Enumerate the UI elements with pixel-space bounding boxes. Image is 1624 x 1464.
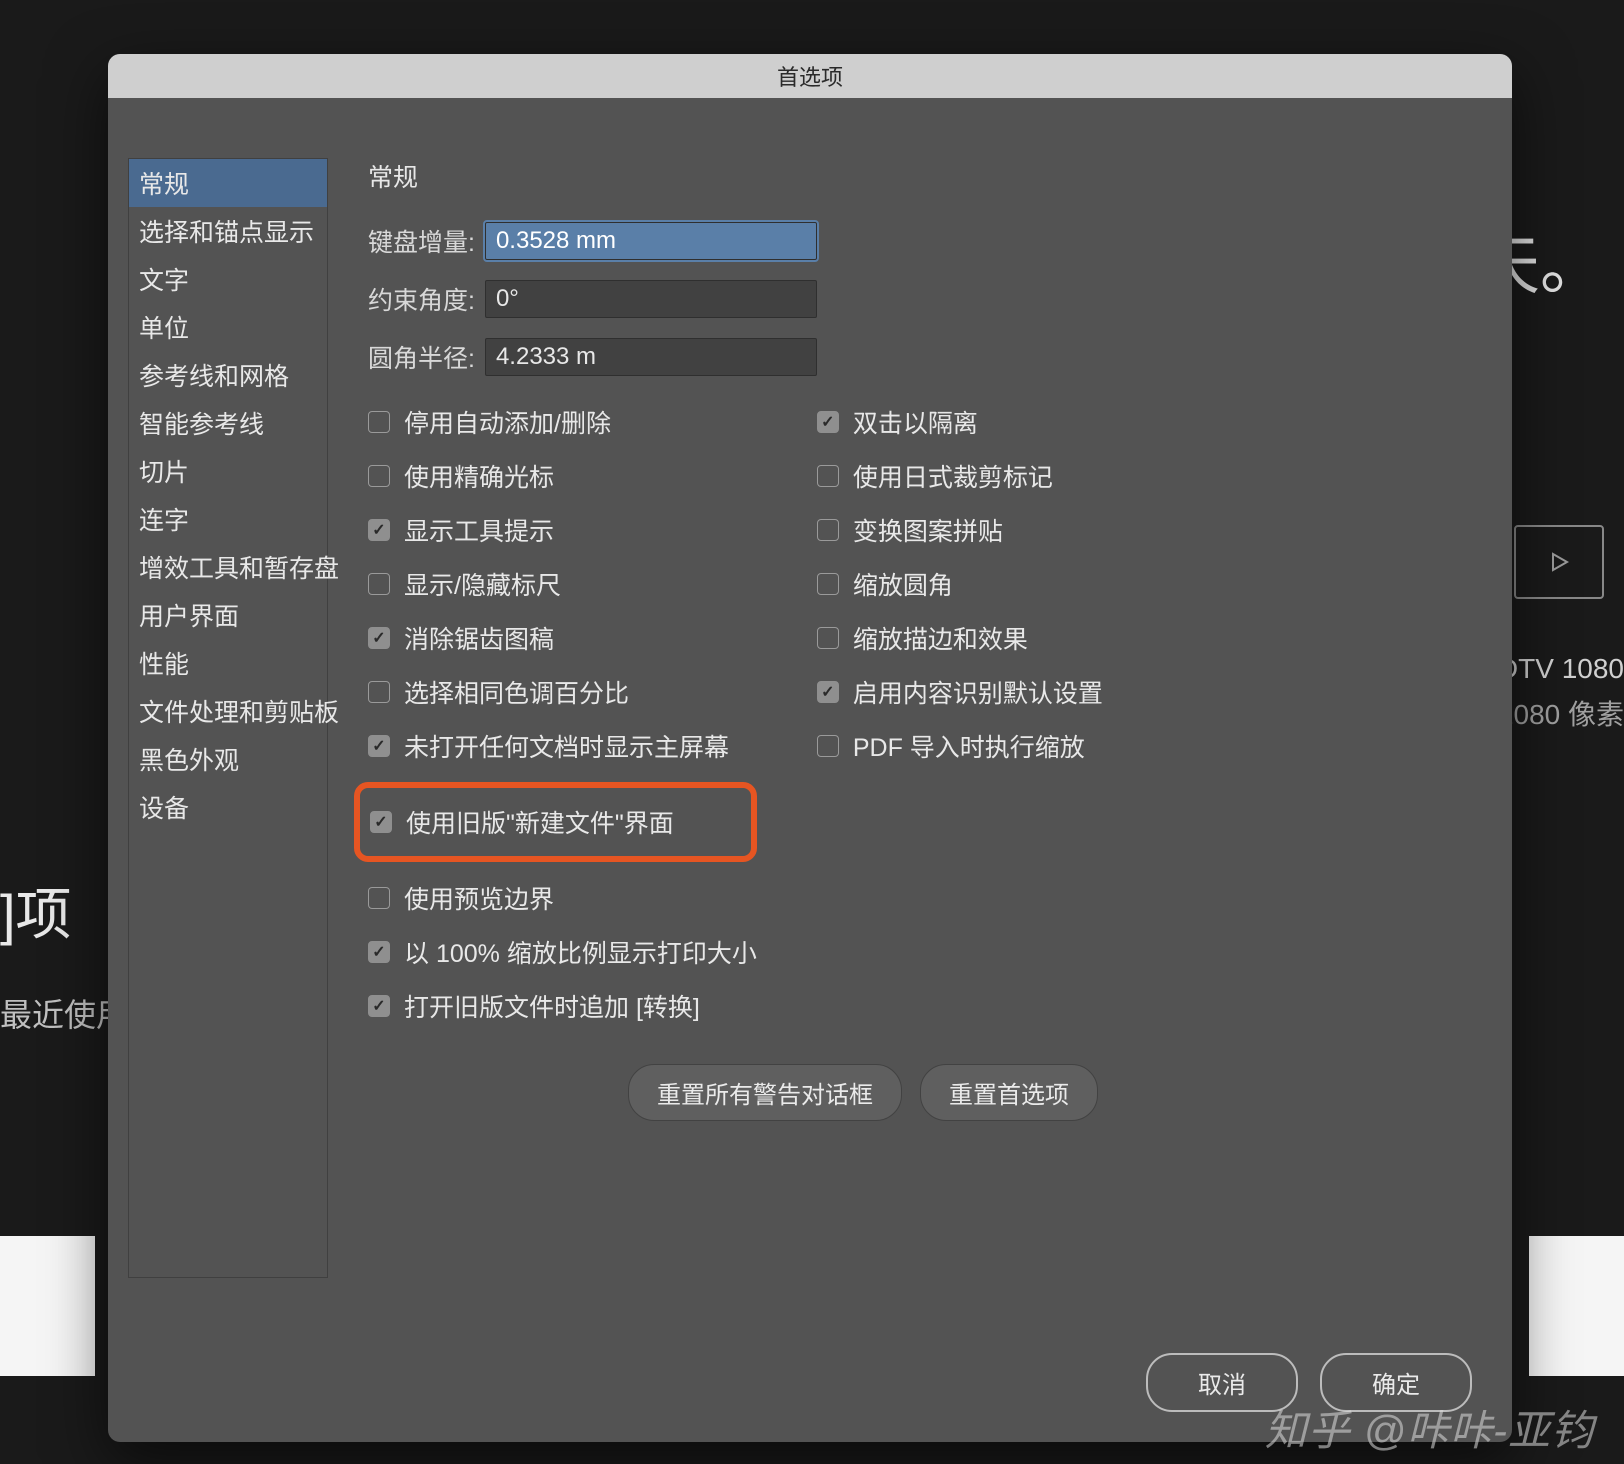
checkbox[interactable] xyxy=(368,519,390,541)
checkbox-label: 缩放描边和效果 xyxy=(853,620,1028,656)
sidebar-item[interactable]: 性能 xyxy=(129,639,327,687)
sidebar-item[interactable]: 连字 xyxy=(129,495,327,543)
checkbox-label: 显示/隐藏标尺 xyxy=(404,566,561,602)
checkbox[interactable] xyxy=(817,627,839,649)
field-label: 约束角度: xyxy=(368,281,475,317)
checkbox-label: 显示工具提示 xyxy=(404,512,554,548)
checkbox[interactable] xyxy=(817,465,839,487)
dialog-title: 首选项 xyxy=(108,54,1512,98)
sidebar-item[interactable]: 智能参考线 xyxy=(129,399,327,447)
bg-thumbnail-left xyxy=(0,1236,95,1376)
sidebar-item[interactable]: 参考线和网格 xyxy=(129,351,327,399)
checkbox-label: 消除锯齿图稿 xyxy=(404,620,554,656)
checkbox-row[interactable]: 缩放描边和效果 xyxy=(817,620,1103,656)
checkbox[interactable] xyxy=(817,519,839,541)
checkbox-row[interactable]: 显示/隐藏标尺 xyxy=(368,566,757,602)
checkbox-label: 停用自动添加/删除 xyxy=(404,404,611,440)
checkbox[interactable] xyxy=(817,735,839,757)
checkbox-label: 选择相同色调百分比 xyxy=(404,674,629,710)
checkbox-label: 未打开任何文档时显示主屏幕 xyxy=(404,728,729,764)
checkbox-row[interactable]: 缩放圆角 xyxy=(817,566,1103,602)
checkbox-row[interactable]: 变换图案拼贴 xyxy=(817,512,1103,548)
preferences-dialog: 首选项 常规选择和锚点显示文字单位参考线和网格智能参考线切片连字增效工具和暂存盘… xyxy=(108,54,1512,1442)
keyboard-increment-input[interactable] xyxy=(485,222,817,260)
checkbox[interactable] xyxy=(368,941,390,963)
field-corner-radius: 圆角半径: xyxy=(368,338,1472,376)
bg-left-heading: ]项 xyxy=(0,870,72,951)
checkbox[interactable] xyxy=(817,573,839,595)
checkbox[interactable] xyxy=(368,681,390,703)
sidebar-item[interactable]: 黑色外观 xyxy=(129,735,327,783)
checkbox-label: 使用精确光标 xyxy=(404,458,554,494)
checkbox-label: 变换图案拼贴 xyxy=(853,512,1003,548)
checkbox[interactable] xyxy=(817,681,839,703)
checkbox-label: 使用旧版"新建文件"界面 xyxy=(406,804,674,840)
checkbox-row[interactable]: 使用精确光标 xyxy=(368,458,757,494)
checkbox-column-left: 停用自动添加/删除使用精确光标显示工具提示显示/隐藏标尺消除锯齿图稿选择相同色调… xyxy=(368,404,757,1024)
field-constrain-angle: 约束角度: xyxy=(368,280,1472,318)
checkbox-row[interactable]: 未打开任何文档时显示主屏幕 xyxy=(368,728,757,764)
checkbox[interactable] xyxy=(368,995,390,1017)
checkbox-label: 启用内容识别默认设置 xyxy=(853,674,1103,710)
highlight-annotation: 使用旧版"新建文件"界面 xyxy=(354,782,757,862)
checkbox[interactable] xyxy=(368,887,390,909)
checkbox-row[interactable]: 使用预览边界 xyxy=(368,880,757,916)
checkbox-column-right: 双击以隔离使用日式裁剪标记变换图案拼贴缩放圆角缩放描边和效果启用内容识别默认设置… xyxy=(817,404,1103,1024)
section-title: 常规 xyxy=(368,158,1472,194)
checkbox-label: 缩放圆角 xyxy=(853,566,953,602)
checkbox-row[interactable]: 使用日式裁剪标记 xyxy=(817,458,1103,494)
reset-warnings-button[interactable]: 重置所有警告对话框 xyxy=(628,1064,902,1121)
checkbox[interactable] xyxy=(370,811,392,833)
checkbox-row[interactable]: 选择相同色调百分比 xyxy=(368,674,757,710)
checkbox-row[interactable]: 以 100% 缩放比例显示打印大小 xyxy=(368,934,757,970)
reset-prefs-button[interactable]: 重置首选项 xyxy=(920,1064,1098,1121)
sidebar-item[interactable]: 增效工具和暂存盘 xyxy=(129,543,327,591)
checkbox[interactable] xyxy=(817,411,839,433)
play-icon xyxy=(1514,525,1604,599)
field-label: 圆角半径: xyxy=(368,339,475,375)
checkbox-row[interactable]: 使用旧版"新建文件"界面 xyxy=(370,804,674,840)
checkbox-row[interactable]: 显示工具提示 xyxy=(368,512,757,548)
checkbox-row[interactable]: 停用自动添加/删除 xyxy=(368,404,757,440)
corner-radius-input[interactable] xyxy=(485,338,817,376)
watermark: 知乎 @咔咔-亚钧 xyxy=(1265,1397,1594,1458)
sidebar-item[interactable]: 设备 xyxy=(129,783,327,831)
checkbox-row[interactable]: 打开旧版文件时追加 [转换] xyxy=(368,988,757,1024)
bg-thumbnail-right xyxy=(1529,1236,1624,1376)
checkbox[interactable] xyxy=(368,573,390,595)
checkbox[interactable] xyxy=(368,411,390,433)
checkbox-row[interactable]: 双击以隔离 xyxy=(817,404,1103,440)
sidebar-item[interactable]: 文件处理和剪贴板 xyxy=(129,687,327,735)
checkbox[interactable] xyxy=(368,465,390,487)
checkbox-label: 打开旧版文件时追加 [转换] xyxy=(404,988,700,1024)
sidebar-item[interactable]: 文字 xyxy=(129,255,327,303)
checkbox-label: 使用预览边界 xyxy=(404,880,554,916)
sidebar-item[interactable]: 选择和锚点显示 xyxy=(129,207,327,255)
field-keyboard-increment: 键盘增量: xyxy=(368,222,1472,260)
field-label: 键盘增量: xyxy=(368,223,475,259)
checkbox-label: 以 100% 缩放比例显示打印大小 xyxy=(404,934,757,970)
sidebar-item[interactable]: 单位 xyxy=(129,303,327,351)
checkbox-row[interactable]: PDF 导入时执行缩放 xyxy=(817,728,1103,764)
sidebar-item[interactable]: 切片 xyxy=(129,447,327,495)
sidebar-item[interactable]: 常规 xyxy=(129,159,327,207)
constrain-angle-input[interactable] xyxy=(485,280,817,318)
checkbox-row[interactable]: 消除锯齿图稿 xyxy=(368,620,757,656)
checkbox-row[interactable]: 启用内容识别默认设置 xyxy=(817,674,1103,710)
checkbox[interactable] xyxy=(368,627,390,649)
checkbox[interactable] xyxy=(368,735,390,757)
sidebar-item[interactable]: 用户界面 xyxy=(129,591,327,639)
checkbox-label: 使用日式裁剪标记 xyxy=(853,458,1053,494)
checkbox-label: PDF 导入时执行缩放 xyxy=(853,728,1085,764)
preferences-sidebar: 常规选择和锚点显示文字单位参考线和网格智能参考线切片连字增效工具和暂存盘用户界面… xyxy=(128,158,328,1278)
checkbox-label: 双击以隔离 xyxy=(853,404,978,440)
